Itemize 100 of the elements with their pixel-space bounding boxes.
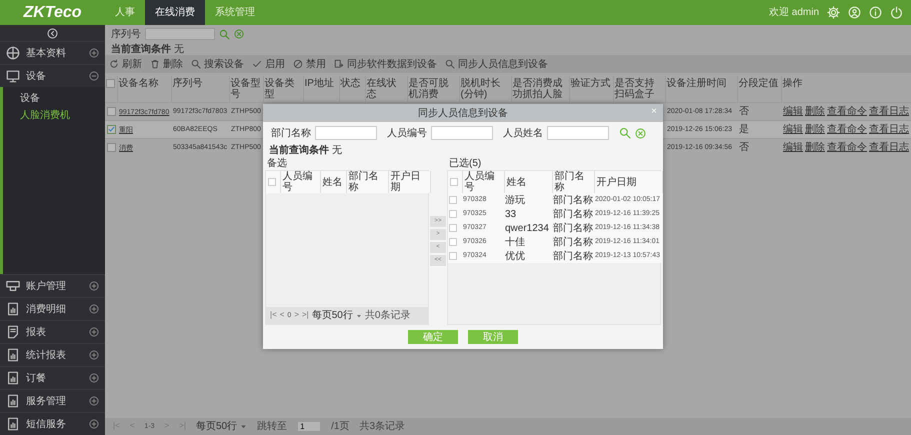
submenu-item[interactable]: 人脸消费机 — [3, 107, 70, 124]
clear-icon[interactable] — [234, 29, 244, 39]
action-link[interactable]: 编辑 — [783, 124, 803, 135]
action-link[interactable]: 查看命令 — [827, 142, 867, 154]
search-icon[interactable] — [219, 28, 230, 40]
column-header: 是否消费成功抓拍人脸 — [511, 76, 569, 102]
page-input[interactable]: 1 — [297, 421, 322, 432]
input-field[interactable] — [315, 126, 377, 140]
table-cell: 游玩 — [504, 193, 552, 207]
checkbox[interactable] — [449, 196, 457, 204]
table-cell: 部门名称 — [552, 221, 594, 235]
checkbox[interactable] — [106, 78, 115, 88]
column-header: 是否支持扫码盒子 — [613, 76, 665, 102]
chart-document-icon — [6, 371, 20, 385]
action-link[interactable]: 查看命令 — [827, 106, 867, 117]
record-count: 共3条记录 — [359, 421, 405, 432]
page-count: /1页 — [331, 421, 350, 432]
action-link[interactable]: 编辑 — [783, 106, 803, 117]
welcome-text: 欢迎 admin — [768, 7, 819, 18]
table-cell: 否 — [737, 138, 781, 156]
column-header: 姓名 — [504, 171, 552, 193]
action-link[interactable]: 查看日志 — [869, 142, 909, 154]
checkbox[interactable] — [449, 224, 457, 232]
column-header: 开户日期 — [388, 171, 430, 193]
column-header: 人员编号 — [462, 171, 504, 193]
power-icon[interactable] — [890, 6, 903, 19]
action-link[interactable]: 删除 — [805, 124, 825, 135]
table-cell: 部门名称 — [552, 193, 594, 207]
input-field[interactable] — [431, 126, 493, 140]
checkbox[interactable] — [449, 252, 457, 260]
column-header: 脱机时长(分钟) — [459, 76, 511, 102]
column-header: 验证方式 — [569, 76, 613, 102]
toolbar-button[interactable]: 删除 — [150, 58, 183, 70]
user-icon[interactable] — [848, 6, 861, 19]
submenu-item[interactable]: 设备 — [3, 90, 40, 107]
search-icon[interactable] — [619, 127, 631, 139]
input-field[interactable] — [547, 126, 609, 140]
table-cell: qwer1234 — [504, 221, 552, 235]
logo: ZKTeco — [22, 4, 83, 22]
query-condition: 当前查询条件 无 — [269, 145, 342, 156]
panel-title: 备选 — [267, 158, 287, 169]
device-icon — [6, 279, 20, 293]
column-header: 设备名称 — [117, 76, 171, 102]
action-link[interactable]: 查看日志 — [869, 106, 909, 117]
checkbox[interactable] — [450, 178, 458, 186]
toolbar-button[interactable]: 同步软件数据到设备 — [334, 58, 437, 70]
search-field[interactable] — [145, 28, 215, 40]
action-link[interactable]: 查看命令 — [827, 124, 867, 135]
checkbox[interactable] — [107, 143, 116, 152]
column-header: 分段定值 — [737, 76, 781, 102]
pager-button[interactable]: > — [294, 311, 299, 320]
caret-icon — [356, 312, 362, 318]
toolbar-button[interactable]: 刷新 — [109, 58, 142, 70]
field-label: 序列号 — [111, 28, 141, 40]
chart-document-icon — [6, 417, 20, 431]
toolbar-button[interactable]: 禁用 — [293, 58, 326, 70]
column-header: 开户日期 — [594, 171, 662, 193]
field-label: 人员姓名 — [503, 128, 543, 138]
table-cell: 部门名称 — [552, 249, 594, 263]
toolbar-button[interactable]: 同步人员信息到设备 — [445, 58, 548, 70]
table-cell: 33 — [504, 207, 552, 221]
checkbox[interactable] — [449, 210, 457, 218]
checkbox[interactable] — [107, 106, 116, 116]
nav-tab[interactable]: 在线消费 — [145, 0, 205, 25]
jump-label: 跳转至 — [257, 421, 288, 432]
circle-cross-icon — [6, 46, 20, 60]
action-link[interactable]: 删除 — [805, 142, 825, 154]
record-count: 共0条记录 — [364, 310, 410, 321]
caret-icon — [240, 423, 248, 430]
column-header: 人员编号 — [280, 171, 320, 193]
info-icon[interactable] — [869, 6, 882, 19]
pager-button[interactable]: < — [280, 311, 284, 320]
page-size-select[interactable]: 每页50行 — [196, 421, 248, 432]
nav-tab[interactable]: 人事 — [105, 0, 145, 25]
column-header: 设备类型 — [263, 76, 303, 102]
collapse-icon[interactable] — [47, 28, 58, 38]
field-label: 人员编号 — [387, 128, 427, 138]
toolbar-button[interactable]: 启用 — [252, 58, 285, 70]
checkbox[interactable] — [268, 178, 276, 186]
clear-icon[interactable] — [635, 128, 646, 138]
panel-title: 已选(5) — [449, 158, 482, 169]
table-cell: 部门名称 — [552, 235, 594, 249]
action-link[interactable]: 编辑 — [783, 142, 803, 154]
column-header: IP地址 — [303, 76, 339, 102]
table-cell: 部门名称 — [552, 207, 594, 221]
pager-button[interactable]: |< — [270, 311, 277, 320]
query-condition: 当前查询条件 无 — [111, 44, 184, 54]
pager-button[interactable]: >| — [302, 311, 309, 320]
toolbar-button[interactable]: 搜索设备 — [191, 58, 244, 70]
settings-icon[interactable] — [827, 6, 840, 19]
page-size-select[interactable]: 每页50行 — [312, 310, 362, 321]
action-link[interactable]: 删除 — [805, 106, 825, 117]
column-header: 状态 — [339, 76, 365, 102]
checkbox[interactable] — [449, 238, 457, 246]
field-label: 部门名称 — [271, 128, 311, 138]
table-cell: 是 — [737, 120, 781, 138]
action-link[interactable]: 查看日志 — [869, 124, 909, 135]
nav-tab[interactable]: 系统管理 — [205, 0, 265, 25]
checkbox[interactable] — [107, 124, 116, 134]
monitor-icon — [6, 69, 20, 83]
